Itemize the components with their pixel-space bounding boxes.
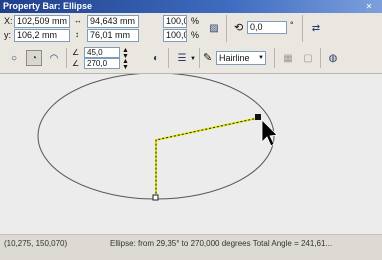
rotation-input[interactable]: 0,0: [247, 21, 287, 34]
width-input[interactable]: 94,643 mm: [87, 15, 139, 28]
scale-height-input[interactable]: 100,0: [163, 29, 187, 42]
toolbar-separator: [199, 48, 200, 68]
pie-shape-icon[interactable]: ◔: [26, 50, 42, 66]
toolbar-separator: [168, 48, 169, 68]
end-angle-icon: ∠: [72, 59, 80, 68]
toolbar-separator: [66, 48, 67, 68]
property-bar-row-2: ○ ◔ ◠ ∠ 45,0 ▲ ▼ ∠ 270,0 ▲ ▼ ◐ ☰ ▼ ✎ Hairl…: [0, 46, 382, 71]
toolbar-separator: [320, 48, 321, 68]
outline-width-value: Hairline: [219, 53, 250, 63]
convert-to-curves-icon[interactable]: ▦: [280, 50, 296, 66]
mouse-cursor-icon: [261, 119, 278, 147]
start-angle-icon: ∠: [72, 48, 80, 57]
pie-selection-line: [155, 117, 259, 198]
toolbar-separator: [226, 15, 227, 42]
canvas-drawing: [37, 72, 278, 201]
center-node-handle[interactable]: [152, 194, 159, 201]
end-angle-input[interactable]: 270,0: [84, 58, 120, 69]
drawing-canvas[interactable]: [0, 72, 382, 234]
y-position-input[interactable]: 106,2 mm: [14, 29, 70, 42]
direction-icon[interactable]: ◐: [148, 50, 164, 66]
scale-width-input[interactable]: 100,0: [163, 15, 187, 28]
status-bar: (10,275, 150,070) Ellipse: from 29,35° t…: [0, 234, 382, 260]
y-label: y:: [4, 30, 12, 40]
scale-width-unit: %: [191, 16, 200, 26]
height-icon: ↕: [75, 30, 79, 39]
node-edit-icon[interactable]: ◍: [325, 50, 341, 66]
scale-height-unit: %: [191, 30, 200, 40]
start-angle-input[interactable]: 45,0: [84, 47, 120, 58]
toolbar-separator: [274, 48, 275, 68]
property-bar-title: Property Bar: Ellipse ✕: [0, 0, 382, 13]
rotation-unit: °: [290, 20, 294, 30]
end-angle-spinner[interactable]: ▲ ▼: [122, 58, 129, 71]
toolbar-separator: [302, 15, 303, 42]
x-position-input[interactable]: 102,509 mm: [14, 15, 70, 28]
close-icon[interactable]: ✕: [362, 2, 376, 11]
wrap-text-dropdown-icon[interactable]: ▼: [190, 56, 196, 62]
rotation-icon: ⟲: [234, 22, 244, 34]
pen-icon: ✎: [203, 52, 213, 64]
width-icon: ↔: [74, 16, 82, 25]
property-bar-title-text: Property Bar: Ellipse: [3, 1, 93, 11]
height-input[interactable]: 76,01 mm: [87, 29, 139, 42]
break-apart-icon[interactable]: ▢: [300, 50, 316, 66]
status-description: Ellipse: from 29,35° to 270,000 degrees …: [110, 239, 333, 248]
cursor-coordinates: (10,275, 150,070): [4, 239, 68, 248]
chevron-down-icon[interactable]: ▼: [258, 55, 264, 61]
property-bar-row-1: X: 102,509 mm y: 106,2 mm ↔ 94,643 mm ↕ …: [0, 15, 382, 43]
angle-node-handle[interactable]: [255, 114, 261, 120]
ellipse-shape-icon[interactable]: ○: [6, 50, 22, 66]
arc-shape-icon[interactable]: ◠: [46, 50, 62, 66]
wrap-text-icon[interactable]: ☰: [174, 50, 190, 66]
mirror-icon[interactable]: ⇄: [308, 20, 324, 36]
lock-ratio-icon[interactable]: ▨: [206, 20, 222, 36]
property-bar: X: 102,509 mm y: 106,2 mm ↔ 94,643 mm ↕ …: [0, 13, 382, 74]
x-label: X:: [4, 16, 13, 26]
